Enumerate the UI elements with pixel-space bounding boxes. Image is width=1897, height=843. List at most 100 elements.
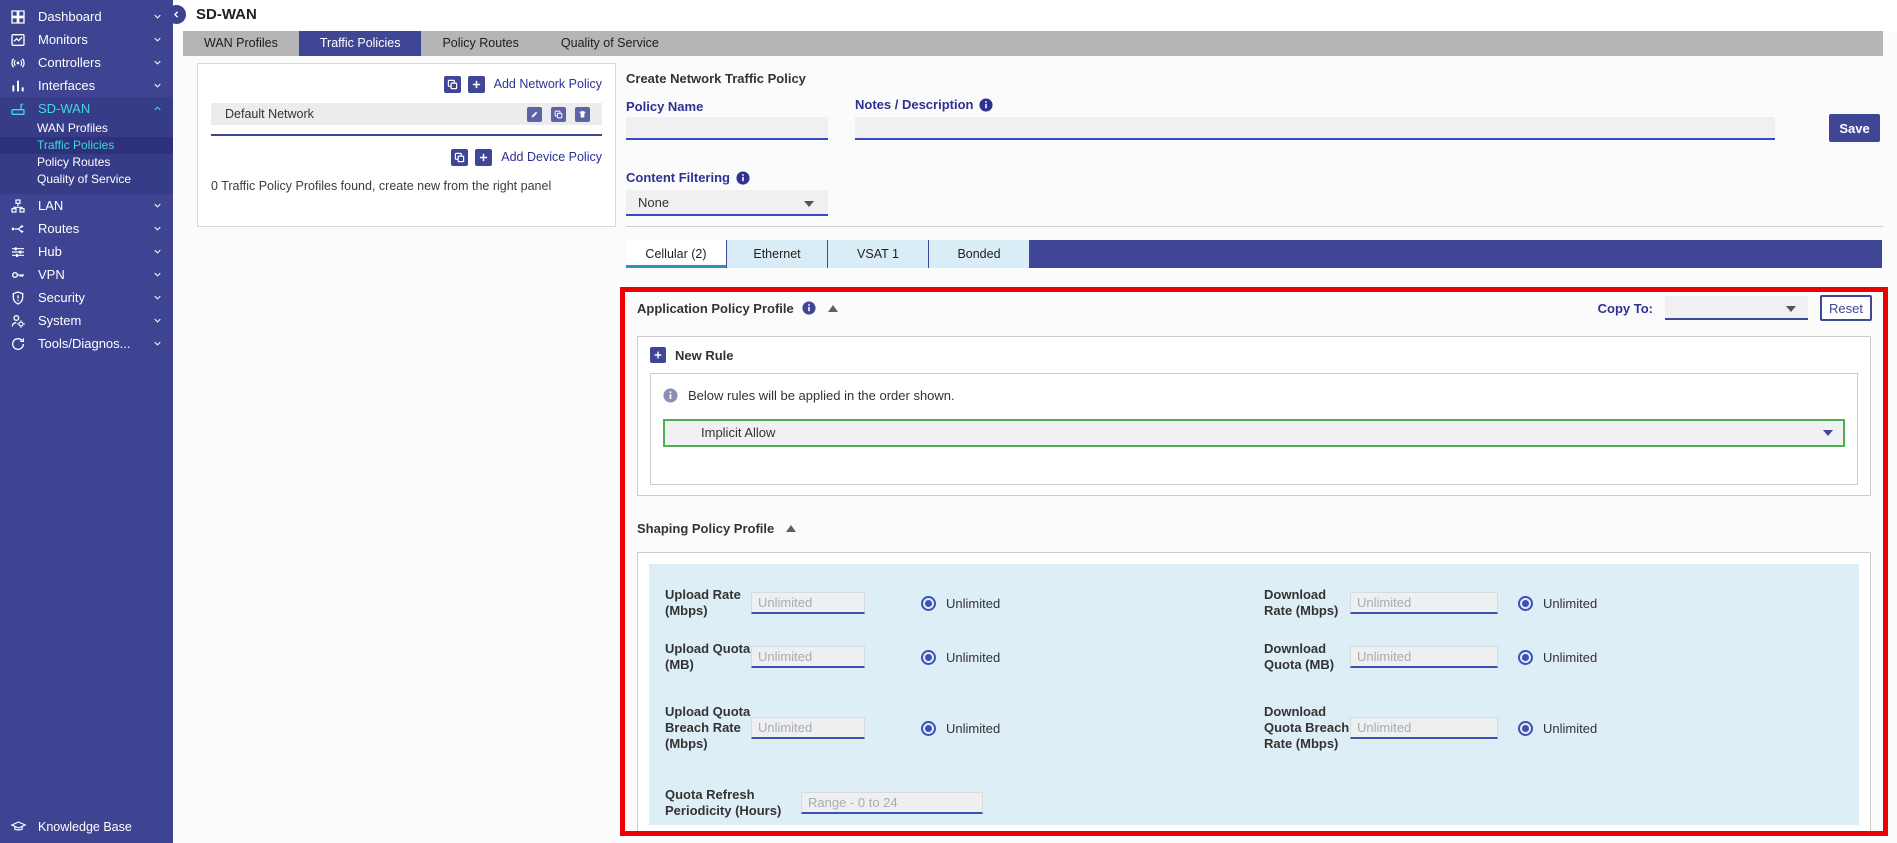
policy-list-panel: Add Network Policy Default Network Add D… <box>197 63 616 227</box>
add-device-policy-button[interactable] <box>475 149 492 166</box>
quota-refresh-row: Quota Refresh Periodicity (Hours) <box>665 776 1244 825</box>
edit-button[interactable] <box>527 107 542 122</box>
download-rate-unlimited-radio[interactable] <box>1518 596 1533 611</box>
tab-traffic-policies[interactable]: Traffic Policies <box>299 31 422 56</box>
add-rule-button[interactable] <box>650 347 666 363</box>
copy-to-select[interactable] <box>1665 296 1808 320</box>
upload-rate-input[interactable] <box>751 592 865 614</box>
sidebar-item-interfaces[interactable]: Interfaces <box>0 74 173 97</box>
policy-name-input[interactable] <box>626 117 828 140</box>
rules-info-text: Below rules will be applied in the order… <box>688 388 955 403</box>
unlimited-radio-label: Unlimited <box>946 721 1000 736</box>
sidebar-item-knowledge-base[interactable]: Knowledge Base <box>0 815 173 839</box>
sidebar-item-system[interactable]: System <box>0 309 173 332</box>
add-network-policy-label[interactable]: Add Network Policy <box>494 77 602 91</box>
download-quota-row: Download Quota (MB) Unlimited <box>1264 634 1843 680</box>
controllers-icon <box>10 55 28 71</box>
network-policy-list-item[interactable]: Default Network <box>211 103 602 125</box>
download-quota-breach-unlimited-radio[interactable] <box>1518 721 1533 736</box>
dropdown-arrow-icon <box>804 201 814 207</box>
tab-wan-profiles[interactable]: WAN Profiles <box>183 31 299 56</box>
sidebar-item-hub[interactable]: Hub <box>0 240 173 263</box>
copy-button[interactable] <box>551 107 566 122</box>
sidebar-item-vpn[interactable]: VPN <box>0 263 173 286</box>
sidebar-item-sdwan[interactable]: SD-WAN <box>0 97 173 120</box>
content-filtering-select[interactable]: None <box>626 190 828 216</box>
implicit-allow-rule-select[interactable]: Implicit Allow <box>663 419 1845 447</box>
chevron-down-icon <box>152 200 163 211</box>
tab-policy-routes[interactable]: Policy Routes <box>421 31 539 56</box>
tab-ethernet[interactable]: Ethernet <box>727 240 828 268</box>
download-rate-row: Download Rate (Mbps) Unlimited <box>1264 572 1843 634</box>
download-quota-breach-input[interactable] <box>1350 717 1498 739</box>
collapse-triangle-icon[interactable] <box>786 525 796 532</box>
upload-quota-breach-label: Upload Quota Breach Rate (Mbps) <box>665 704 751 752</box>
download-quota-input[interactable] <box>1350 646 1498 668</box>
upload-quota-input[interactable] <box>751 646 865 668</box>
sidebar-subitem-wan-profiles[interactable]: WAN Profiles <box>0 120 173 137</box>
chevron-down-icon <box>152 80 163 91</box>
sidebar-item-label: Interfaces <box>38 78 152 93</box>
upload-quota-label: Upload Quota (MB) <box>665 641 751 673</box>
sidebar-item-tools-diagnostics[interactable]: Tools/Diagnos... <box>0 332 173 355</box>
rule-value: Implicit Allow <box>701 425 775 440</box>
sidebar-item-label: VPN <box>38 267 152 282</box>
upload-column: Upload Rate (Mbps) Unlimited Upload Quot… <box>665 572 1244 825</box>
download-quota-unlimited-radio[interactable] <box>1518 650 1533 665</box>
delete-button[interactable] <box>575 107 590 122</box>
network-policy-actions <box>527 107 590 122</box>
sidebar-item-dashboard[interactable]: Dashboard <box>0 5 173 28</box>
sidebar-item-security[interactable]: Security <box>0 286 173 309</box>
save-button[interactable]: Save <box>1829 114 1880 142</box>
notes-description-input[interactable] <box>855 117 1775 140</box>
upload-quota-unlimited-radio[interactable] <box>921 650 936 665</box>
chevron-down-icon <box>152 246 163 257</box>
chevron-down-icon <box>152 269 163 280</box>
download-rate-input[interactable] <box>1350 592 1498 614</box>
download-quota-breach-row: Download Quota Breach Rate (Mbps) Unlimi… <box>1264 680 1843 776</box>
sidebar-item-controllers[interactable]: Controllers <box>0 51 173 74</box>
connection-tab-bar-filler <box>1030 240 1882 268</box>
download-rate-label: Download Rate (Mbps) <box>1264 587 1350 619</box>
sidebar-subitem-traffic-policies[interactable]: Traffic Policies <box>0 137 173 154</box>
reset-button[interactable]: Reset <box>1820 295 1872 321</box>
sidebar-item-monitors[interactable]: Monitors <box>0 28 173 51</box>
knowledge-base-icon <box>10 819 28 835</box>
quota-refresh-input[interactable] <box>801 792 983 814</box>
tab-quality-of-service[interactable]: Quality of Service <box>540 31 680 56</box>
sidebar-item-label: Hub <box>38 244 152 259</box>
dashboard-icon <box>10 9 28 25</box>
sdwan-icon <box>10 101 28 117</box>
import-network-policy-button[interactable] <box>444 76 461 93</box>
application-rules-panel: New Rule Below rules will be applied in … <box>637 336 1871 496</box>
sidebar-item-routes[interactable]: Routes <box>0 217 173 240</box>
system-icon <box>10 313 28 329</box>
topbar: SD-WAN <box>173 0 1897 31</box>
add-network-policy-button[interactable] <box>468 76 485 93</box>
notes-label: Notes / Description <box>855 97 973 112</box>
new-rule-button[interactable]: New Rule <box>638 337 1870 373</box>
tab-cellular[interactable]: Cellular (2) <box>626 240 727 268</box>
collapse-triangle-icon[interactable] <box>828 305 838 312</box>
chevron-up-icon <box>152 103 163 114</box>
tab-vsat-1[interactable]: VSAT 1 <box>828 240 929 268</box>
upload-quota-breach-unlimited-radio[interactable] <box>921 721 936 736</box>
upload-quota-breach-row: Upload Quota Breach Rate (Mbps) Unlimite… <box>665 680 1244 776</box>
upload-rate-row: Upload Rate (Mbps) Unlimited <box>665 572 1244 634</box>
download-quota-breach-label: Download Quota Breach Rate (Mbps) <box>1264 704 1350 752</box>
tab-bonded[interactable]: Bonded <box>929 240 1030 268</box>
download-quota-label: Download Quota (MB) <box>1264 641 1350 673</box>
upload-rate-unlimited-radio[interactable] <box>921 596 936 611</box>
tools-icon <box>10 336 28 352</box>
section-divider <box>626 226 1883 227</box>
sidebar-subitem-policy-routes[interactable]: Policy Routes <box>0 154 173 171</box>
pencil-icon <box>530 110 539 119</box>
sidebar-item-label: Controllers <box>38 55 152 70</box>
shaping-fields-panel: Upload Rate (Mbps) Unlimited Upload Quot… <box>649 564 1859 825</box>
sidebar-item-lan[interactable]: LAN <box>0 194 173 217</box>
upload-quota-breach-input[interactable] <box>751 717 865 739</box>
sidebar-subitem-quality-of-service[interactable]: Quality of Service <box>0 171 173 188</box>
add-device-policy-label[interactable]: Add Device Policy <box>501 150 602 164</box>
import-device-policy-button[interactable] <box>451 149 468 166</box>
plus-icon <box>471 79 482 90</box>
